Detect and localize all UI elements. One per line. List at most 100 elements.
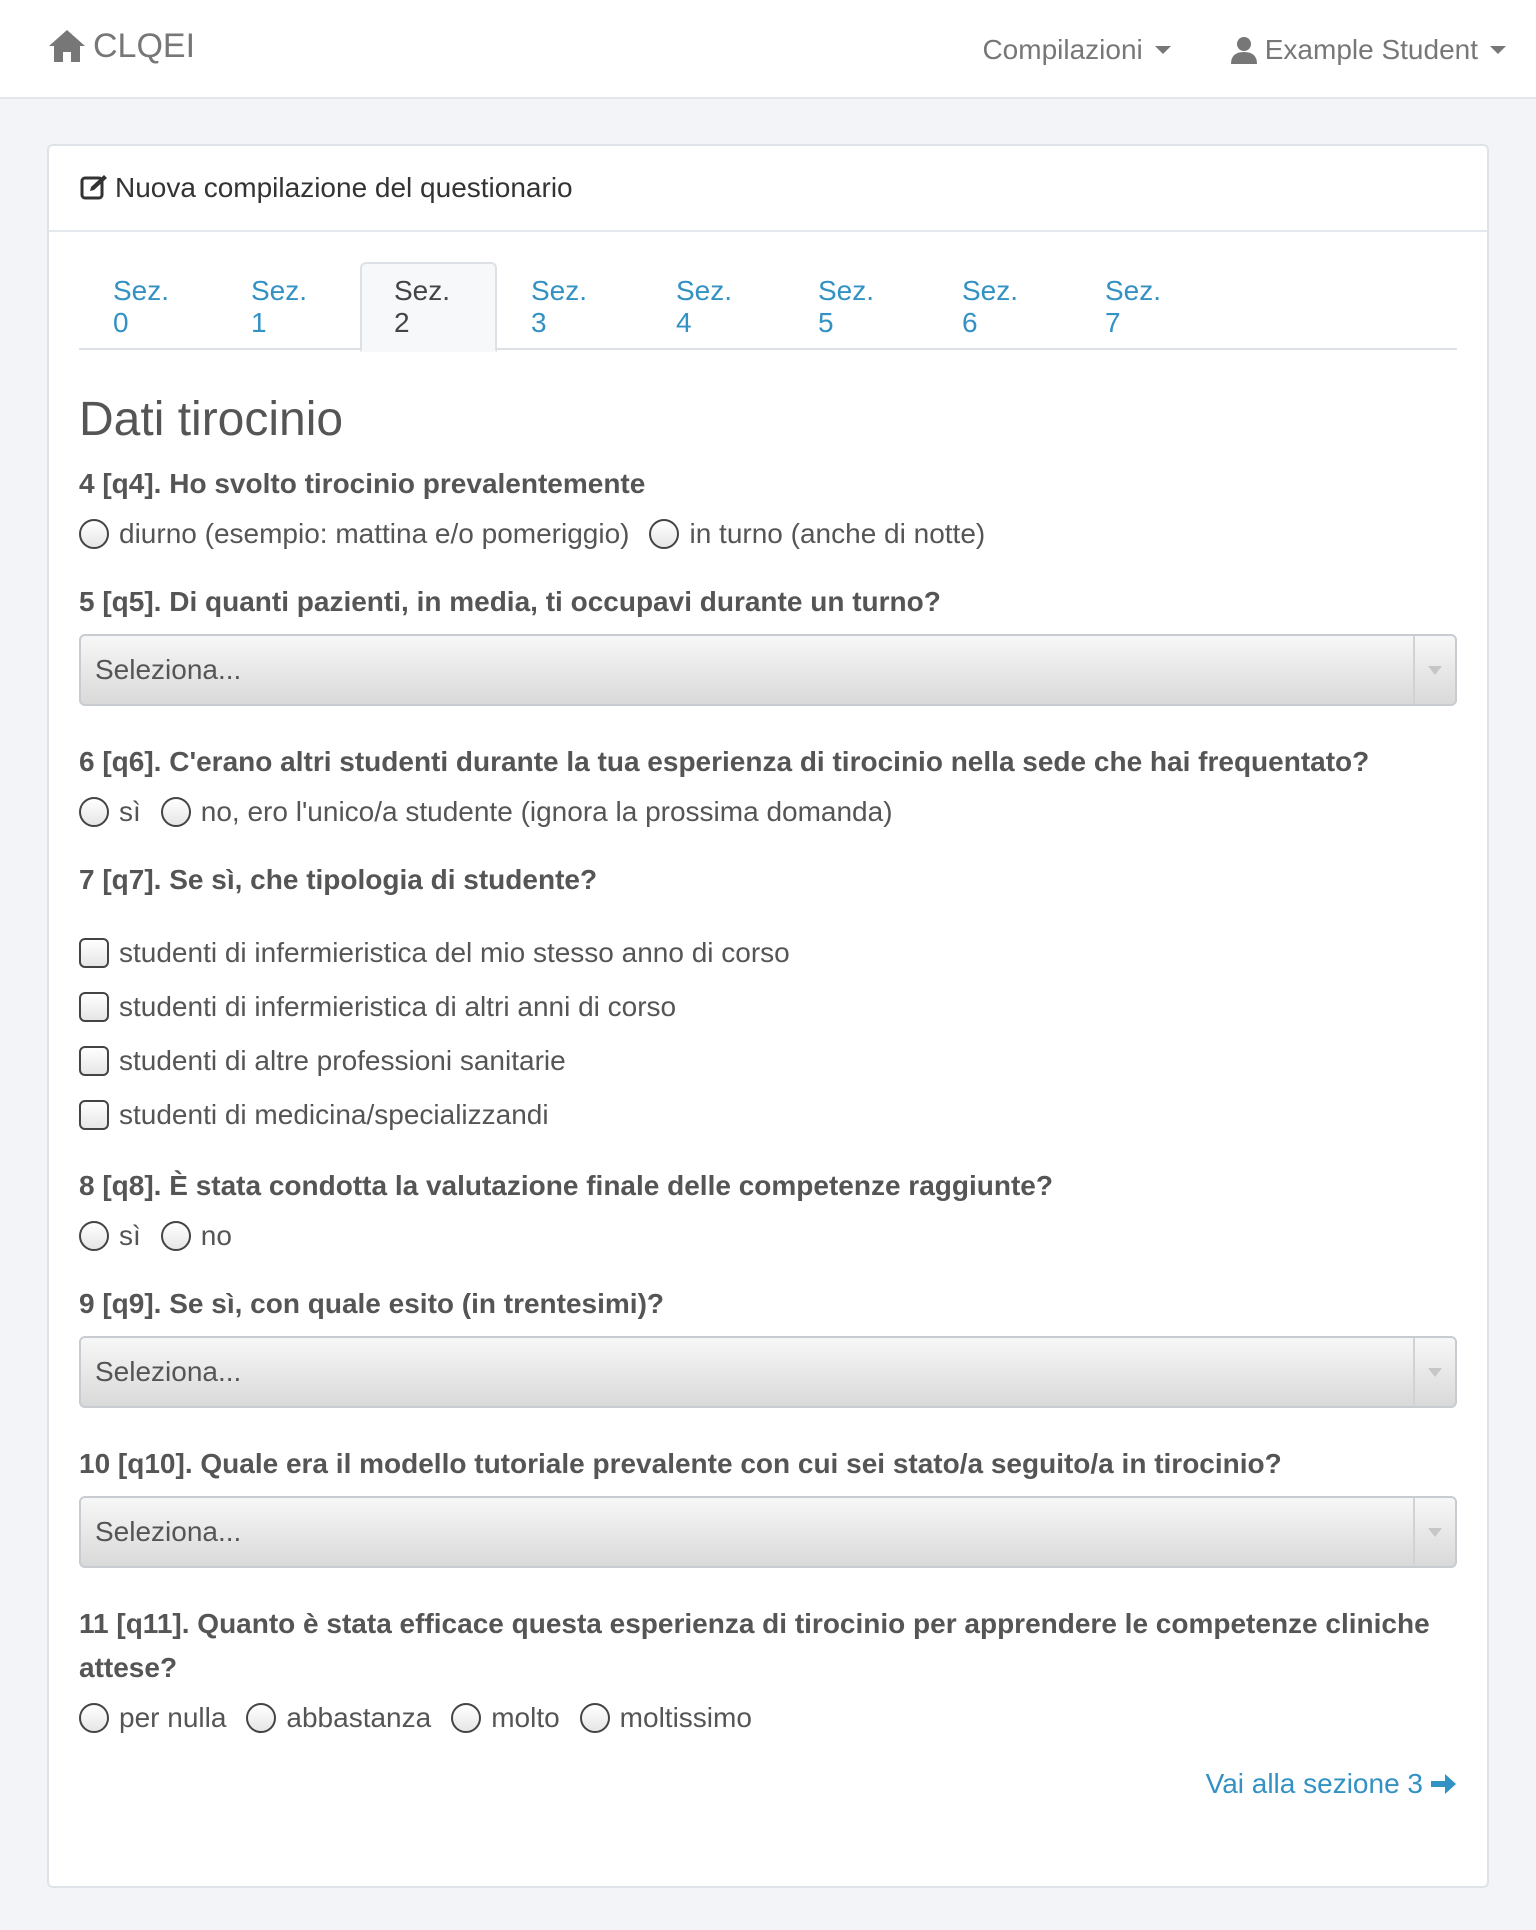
q8-option-no[interactable]: no xyxy=(160,1220,232,1252)
q7-option-3[interactable]: studenti di medicina/specializzandi xyxy=(79,1088,1457,1142)
brand-name: CLQEI xyxy=(93,26,196,65)
question-q9: 9 [q9]. Se sì, con quale esito (in trent… xyxy=(79,1282,1457,1408)
option-label: studenti di infermieristica del mio stes… xyxy=(119,937,790,968)
radio-button[interactable] xyxy=(246,1703,277,1733)
panel-body: Sez. 0 Sez. 1 Sez. 2 Sez. 3 Sez. 4 Sez. … xyxy=(49,232,1487,1799)
user-name: Example Student xyxy=(1264,33,1478,65)
section-tabs: Sez. 0 Sez. 1 Sez. 2 Sez. 3 Sez. 4 Sez. … xyxy=(79,262,1457,352)
q11-option-per-nulla[interactable]: per nulla xyxy=(79,1702,226,1734)
radio-button[interactable] xyxy=(79,519,109,549)
radio-button[interactable] xyxy=(79,797,109,827)
option-label: diurno (esempio: mattina e/o pomeriggio) xyxy=(119,518,630,549)
user-icon xyxy=(1230,36,1257,64)
nav-right: Compilazioni Example Student xyxy=(924,0,1506,99)
radio-button[interactable] xyxy=(649,519,680,549)
option-label: studenti di medicina/specializzandi xyxy=(119,1099,549,1130)
checkbox[interactable] xyxy=(79,938,109,968)
q11-option-moltissimo[interactable]: moltissimo xyxy=(579,1702,752,1734)
q7-label: 7 [q7]. Se sì, che tipologia di studente… xyxy=(79,864,598,895)
caret-down-icon xyxy=(1154,45,1171,54)
q6-option-no[interactable]: no, ero l'unico/a studente (ignora la pr… xyxy=(160,796,893,828)
compilazioni-menu[interactable]: Compilazioni xyxy=(982,33,1171,66)
tab-sez-2[interactable]: Sez. 2 xyxy=(360,262,497,352)
option-label: per nulla xyxy=(119,1702,227,1733)
navbar: CLQEI Compilazioni Example Student xyxy=(0,0,1536,99)
question-q4: 4 [q4]. Ho svolto tirocinio prevalenteme… xyxy=(79,462,1457,550)
option-label: no xyxy=(200,1220,232,1251)
q6-label: 6 [q6]. C'erano altri studenti durante l… xyxy=(79,746,1370,777)
caret-down-icon xyxy=(1490,45,1506,54)
panel-heading: Nuova compilazione del questionario xyxy=(49,146,1487,232)
radio-button[interactable] xyxy=(579,1703,610,1733)
radio-button[interactable] xyxy=(79,1221,109,1251)
option-label: abbastanza xyxy=(286,1702,432,1733)
option-label: molto xyxy=(491,1702,560,1733)
q7-option-2[interactable]: studenti di altre professioni sanitarie xyxy=(79,1034,1457,1088)
q11-option-abbastanza[interactable]: abbastanza xyxy=(246,1702,431,1734)
q10-label: 10 [q10]. Quale era il modello tutoriale… xyxy=(79,1448,1282,1479)
radio-button[interactable] xyxy=(160,1221,191,1251)
next-section-label: Vai alla sezione 3 xyxy=(1205,1768,1423,1799)
user-menu[interactable]: Example Student xyxy=(1229,34,1506,66)
q5-select[interactable]: Seleziona... xyxy=(79,634,1457,706)
question-q11: 11 [q11]. Quanto è stata efficace questa… xyxy=(79,1602,1457,1734)
panel-heading-text: Nuova compilazione del questionario xyxy=(115,172,573,203)
q6-options: sì no, ero l'unico/a studente (ignora la… xyxy=(79,796,1457,828)
q4-option-turno[interactable]: in turno (anche di notte) xyxy=(649,518,985,550)
q9-select[interactable]: Seleziona... xyxy=(79,1336,1457,1408)
tab-sez-1[interactable]: Sez. 1 xyxy=(217,262,360,350)
q8-label: 8 [q8]. È stata condotta la valutazione … xyxy=(79,1170,1053,1201)
tab-sez-0[interactable]: Sez. 0 xyxy=(79,262,217,350)
home-icon xyxy=(49,30,85,62)
option-label: no, ero l'unico/a studente (ignora la pr… xyxy=(200,796,893,827)
dropdown-arrow-icon xyxy=(1413,1338,1455,1406)
q4-options: diurno (esempio: mattina e/o pomeriggio)… xyxy=(79,518,1457,550)
q5-label: 5 [q5]. Di quanti pazienti, in media, ti… xyxy=(79,586,941,617)
arrow-right-icon xyxy=(1431,1774,1456,1794)
checkbox[interactable] xyxy=(79,992,109,1022)
checkbox[interactable] xyxy=(79,1046,109,1076)
q11-option-molto[interactable]: molto xyxy=(451,1702,560,1734)
q7-option-1[interactable]: studenti di infermieristica di altri ann… xyxy=(79,980,1457,1034)
option-label: moltissimo xyxy=(619,1702,752,1733)
radio-button[interactable] xyxy=(451,1703,482,1733)
q7-option-0[interactable]: studenti di infermieristica del mio stes… xyxy=(79,926,1457,980)
q4-option-diurno[interactable]: diurno (esempio: mattina e/o pomeriggio) xyxy=(79,518,629,550)
option-label: sì xyxy=(119,796,141,827)
question-q5: 5 [q5]. Di quanti pazienti, in media, ti… xyxy=(79,580,1457,706)
question-q8: 8 [q8]. È stata condotta la valutazione … xyxy=(79,1164,1457,1252)
q4-label: 4 [q4]. Ho svolto tirocinio prevalenteme… xyxy=(79,468,646,499)
option-label: sì xyxy=(119,1220,141,1251)
tab-sez-3[interactable]: Sez. 3 xyxy=(497,262,642,350)
question-q6: 6 [q6]. C'erano altri studenti durante l… xyxy=(79,740,1457,828)
q11-label: 11 [q11]. Quanto è stata efficace questa… xyxy=(79,1608,1430,1683)
question-q7: 7 [q7]. Se sì, che tipologia di studente… xyxy=(79,858,1457,1142)
brand-link[interactable]: CLQEI xyxy=(47,26,195,66)
radio-button[interactable] xyxy=(79,1703,109,1733)
tab-sez-6[interactable]: Sez. 6 xyxy=(928,262,1071,350)
q8-option-si[interactable]: sì xyxy=(79,1220,141,1252)
q7-options: studenti di infermieristica del mio stes… xyxy=(79,926,1457,1142)
section-title: Dati tirocinio xyxy=(79,393,344,446)
q6-option-si[interactable]: sì xyxy=(79,796,141,828)
select-value: Seleziona... xyxy=(95,1356,242,1387)
select-value: Seleziona... xyxy=(95,654,242,685)
select-value: Seleziona... xyxy=(95,1516,242,1547)
option-label: studenti di infermieristica di altri ann… xyxy=(119,991,677,1022)
dropdown-arrow-icon xyxy=(1413,636,1455,704)
next-section-link[interactable]: Vai alla sezione 3 xyxy=(1206,1768,1457,1800)
option-label: studenti di altre professioni sanitarie xyxy=(119,1045,566,1076)
q9-label: 9 [q9]. Se sì, con quale esito (in trent… xyxy=(79,1288,665,1319)
radio-button[interactable] xyxy=(160,797,191,827)
q10-select[interactable]: Seleziona... xyxy=(79,1496,1457,1568)
q11-options: per nulla abbastanza molto moltissimo xyxy=(79,1702,1457,1734)
compilazioni-label: Compilazioni xyxy=(982,33,1143,65)
tab-sez-5[interactable]: Sez. 5 xyxy=(784,262,928,350)
tab-sez-4[interactable]: Sez. 4 xyxy=(642,262,784,350)
question-q10: 10 [q10]. Quale era il modello tutoriale… xyxy=(79,1442,1457,1568)
dropdown-arrow-icon xyxy=(1413,1498,1455,1566)
q8-options: sì no xyxy=(79,1220,1457,1252)
tab-sez-7[interactable]: Sez. 7 xyxy=(1071,262,1216,350)
checkbox[interactable] xyxy=(79,1100,109,1130)
questionnaire-panel: Nuova compilazione del questionario Sez.… xyxy=(47,144,1489,1888)
